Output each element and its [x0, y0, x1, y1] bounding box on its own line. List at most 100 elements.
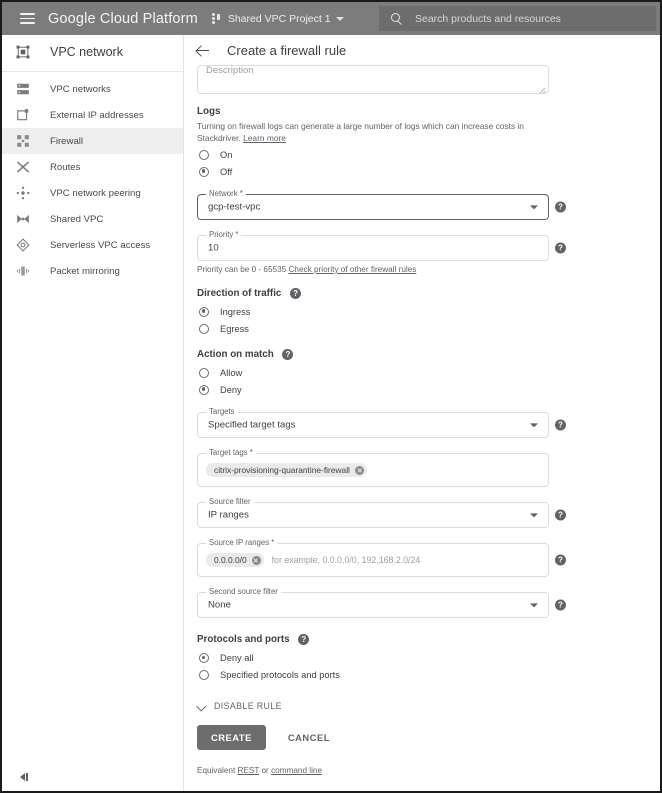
equivalent-prefix: Equivalent [197, 766, 238, 776]
network-peering-icon [16, 186, 30, 200]
routes-icon [16, 161, 30, 173]
sidebar-item-routes[interactable]: Routes [2, 154, 183, 180]
page-header: Create a firewall rule [184, 35, 660, 66]
resize-handle-icon[interactable] [539, 85, 546, 92]
sidebar-item-label: Routes [50, 161, 81, 173]
priority-label: Priority * [206, 230, 242, 239]
search-icon [391, 12, 403, 25]
chevron-down-icon[interactable] [530, 423, 538, 428]
direction-heading-row: Direction of traffic ? [197, 288, 660, 299]
direction-option-egress[interactable]: Egress [197, 320, 660, 337]
help-icon[interactable]: ? [555, 419, 566, 431]
radio-icon [199, 149, 209, 160]
logs-option-off[interactable]: Off [197, 163, 660, 180]
radio-label: Deny all [220, 652, 254, 663]
action-heading-row: Action on match ? [197, 349, 660, 360]
check-priority-link[interactable]: Check priority of other firewall rules [288, 265, 416, 274]
second-source-filter-label: Second source filter [206, 587, 281, 597]
source-filter-value: IP ranges [208, 509, 249, 521]
help-icon[interactable]: ? [555, 599, 566, 611]
sidebar-item-serverless-vpc-access[interactable]: Serverless VPC access [2, 232, 183, 258]
chevron-down-icon[interactable] [530, 513, 538, 518]
logs-heading: Logs [197, 106, 221, 117]
chevron-down-icon[interactable] [530, 603, 538, 608]
help-icon[interactable]: ? [555, 242, 566, 254]
collapse-sidebar-icon[interactable] [20, 773, 28, 781]
radio-icon [199, 323, 209, 334]
radio-icon [199, 669, 209, 680]
search-placeholder: Search products and resources [415, 12, 561, 25]
main-content: Create a firewall rule Description Logs … [184, 35, 660, 791]
close-icon[interactable] [251, 555, 261, 565]
help-icon[interactable]: ? [555, 554, 566, 566]
chevron-down-icon [335, 16, 344, 21]
search-input[interactable]: Search products and resources [379, 6, 656, 31]
network-select[interactable]: Network * gcp-test-vpc ? [197, 189, 566, 220]
target-tags-label: Target tags * [206, 448, 256, 458]
chip[interactable]: 0.0.0.0/0 [206, 553, 264, 568]
radio-selected-icon [199, 166, 209, 177]
project-selector[interactable]: Shared VPC Project 1 [211, 13, 344, 25]
source-filter-select[interactable]: Source filter IP ranges ? [197, 497, 566, 529]
sidebar-item-label: Serverless VPC access [50, 239, 151, 251]
create-button[interactable]: CREATE [197, 725, 266, 751]
cancel-button[interactable]: CANCEL [278, 725, 340, 750]
direction-option-ingress[interactable]: Ingress [197, 303, 660, 320]
source-ip-ranges-field[interactable]: Source IP ranges * 0.0.0.0/0 for example… [197, 538, 566, 578]
help-icon[interactable]: ? [555, 201, 566, 213]
sidebar-item-label: Firewall [50, 135, 84, 147]
sidebar-item-firewall[interactable]: Firewall [2, 128, 183, 154]
serverless-vpc-icon [16, 238, 30, 252]
protocols-option-deny-all[interactable]: Deny all [197, 649, 660, 666]
sidebar-item-vpc-network-peering[interactable]: VPC network peering [2, 180, 183, 206]
disable-rule-toggle[interactable]: DISABLE RULE [197, 701, 660, 711]
sidebar-item-label: VPC networks [50, 83, 111, 95]
second-source-filter-select[interactable]: Second source filter None ? [197, 587, 566, 619]
targets-select[interactable]: Targets Specified target tags ? [197, 407, 566, 439]
vpc-networks-icon [17, 83, 29, 95]
action-option-deny[interactable]: Deny [197, 381, 660, 398]
equivalent-middle: or [259, 766, 272, 776]
back-arrow-icon[interactable] [194, 42, 211, 59]
chip[interactable]: citrix-provisioning-quarantine-firewall [206, 463, 367, 478]
project-icon [211, 13, 223, 24]
sidebar-item-external-ip-addresses[interactable]: External IP addresses [2, 102, 183, 128]
second-source-filter-value: None [208, 599, 231, 611]
target-tags-field[interactable]: Target tags * citrix-provisioning-quaran… [197, 448, 549, 488]
help-icon[interactable]: ? [290, 288, 302, 299]
protocols-option-specified[interactable]: Specified protocols and ports [197, 666, 660, 683]
sidebar-item-label: External IP addresses [50, 109, 144, 121]
protocols-heading: Protocols and ports [197, 634, 290, 646]
help-icon[interactable]: ? [282, 349, 294, 361]
sidebar-header: VPC network [2, 35, 183, 68]
sidebar-divider [2, 71, 183, 72]
sidebar-item-shared-vpc[interactable]: Shared VPC [2, 206, 183, 232]
targets-label: Targets [206, 407, 238, 417]
priority-field[interactable]: Priority * 10 ? [197, 230, 566, 261]
radio-selected-icon [199, 652, 209, 663]
logs-option-on[interactable]: On [197, 146, 660, 163]
chip-label: 0.0.0.0/0 [214, 555, 247, 566]
description-field[interactable]: Description [197, 65, 549, 94]
equivalent-rest-link[interactable]: REST [238, 766, 260, 775]
external-ip-icon [17, 109, 29, 121]
logs-learn-more-link[interactable]: Learn more [243, 133, 286, 143]
help-icon[interactable]: ? [298, 634, 310, 646]
priority-hint: Priority can be 0 - 65535 Check priority… [197, 265, 660, 274]
radio-selected-icon [199, 384, 209, 395]
sidebar-item-vpc-networks[interactable]: VPC networks [2, 76, 183, 102]
priority-hint-prefix: Priority can be 0 - 65535 [197, 265, 289, 274]
equivalent-command-line-link[interactable]: command line [271, 766, 322, 775]
sidebar-item-label: Shared VPC [50, 213, 104, 225]
source-ip-ranges-content: 0.0.0.0/0 for example, 0.0.0.0/0, 192.16… [206, 553, 420, 568]
close-icon[interactable] [354, 465, 364, 475]
target-tags-chips: citrix-provisioning-quarantine-firewall [206, 463, 367, 478]
help-icon[interactable]: ? [555, 509, 566, 521]
action-option-allow[interactable]: Allow [197, 364, 660, 381]
sidebar-item-packet-mirroring[interactable]: Packet mirroring [2, 258, 183, 284]
hamburger-icon[interactable] [16, 8, 38, 30]
description-placeholder: Description [206, 65, 254, 76]
page-title: Create a firewall rule [227, 43, 347, 58]
radio-label: Off [220, 166, 233, 177]
chevron-down-icon[interactable] [530, 205, 538, 210]
